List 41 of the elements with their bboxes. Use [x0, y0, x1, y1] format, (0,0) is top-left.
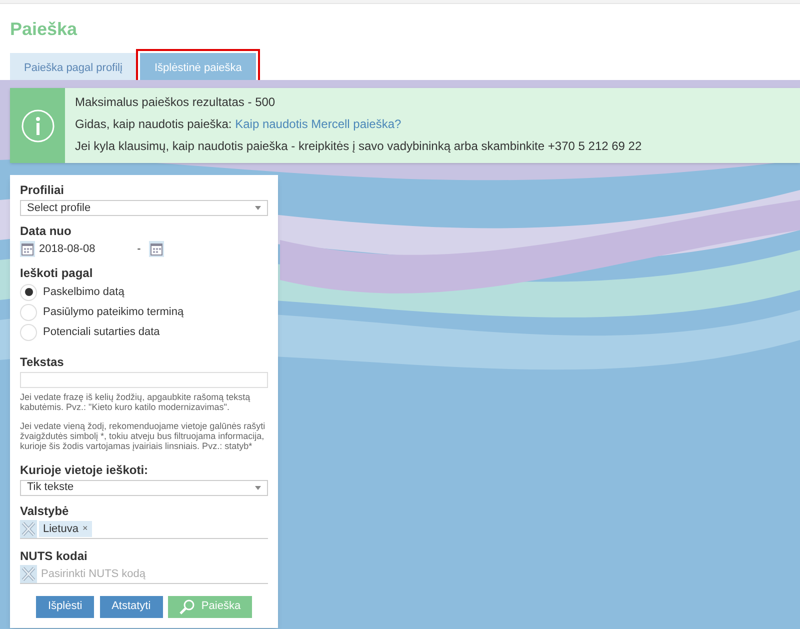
info-text: Maksimalus paieškos rezultatas - 500	[75, 94, 276, 110]
remove-icon[interactable]: ×	[82, 522, 88, 536]
country-tag: Lietuva ×	[39, 520, 92, 538]
calendar-icon[interactable]	[20, 241, 35, 258]
option-label: Potenciali sutarties data	[43, 324, 160, 340]
info-icon	[20, 108, 54, 142]
field-label: Valstybė	[20, 504, 70, 518]
search-icon	[179, 598, 196, 614]
field-label: Kurioje vietoje ieškoti:	[20, 462, 150, 478]
field-label: Tekstas	[20, 354, 65, 370]
help-link[interactable]: Kaip naudotis Mercell paieška?	[235, 117, 402, 131]
page-title: Paieška	[10, 18, 78, 41]
field-label: Data nuo	[20, 224, 72, 239]
form-button[interactable]: Atstatyti	[100, 596, 163, 618]
caret-icon	[255, 486, 261, 490]
nuts-input[interactable]: Pasirinkti NUTS kodą	[41, 566, 268, 582]
date-field[interactable]: 2018-08-08	[39, 241, 134, 258]
caret-icon	[255, 206, 261, 210]
hint-text: Jei vedate vieną žodį, rekomenduojame vietoje galūnės rašyti žvaigždutės simbolį *, tokiu atveju bus filtruojama informacija, kurioje šis žodis vartojamas įvairiais linsniais. Pvz.: statyb*	[20, 420, 266, 450]
date-separator: -	[136, 242, 142, 257]
tab[interactable]: Išplėstinė paieška	[140, 53, 256, 83]
option-label: Pasiūlymo pateikimo terminą	[43, 304, 184, 320]
tab[interactable]: Paieška pagal profilį	[10, 53, 136, 83]
calendar-icon[interactable]	[149, 241, 164, 258]
option-label: Paskelbimo datą	[43, 284, 124, 300]
radio-button[interactable]	[20, 304, 37, 320]
field-label: Ieškoti pagal	[20, 266, 94, 280]
radio-button[interactable]	[20, 284, 37, 300]
search-button[interactable]: Paieška	[168, 596, 252, 618]
field-label: Profiliai	[20, 183, 66, 198]
clear-icon[interactable]	[20, 520, 37, 538]
form-button[interactable]: Išplėsti	[36, 596, 94, 618]
clear-icon[interactable]	[20, 565, 37, 583]
field-label: NUTS kodai	[20, 548, 88, 564]
info-text: Jei kyla klausimų, kaip naudotis paieška - kreipkitės į savo vadybininką arba skambinkite +370 5 212 69 22	[75, 138, 642, 154]
select-field[interactable]: Tik tekste	[20, 480, 268, 496]
info-text: Gidas, kaip naudotis paieška: Kaip naudotis Mercell paieška?	[75, 116, 402, 132]
text-input-field[interactable]	[20, 372, 268, 388]
select-field[interactable]: Select profile	[20, 200, 268, 216]
radio-button[interactable]	[20, 324, 37, 340]
hint-text: Jei vedate frazę iš kelių žodžių, apgaubkite rašomą tekstą kabutėmis. Pvz.: "Kieto kuro katilo modernizavimas".	[20, 392, 252, 412]
